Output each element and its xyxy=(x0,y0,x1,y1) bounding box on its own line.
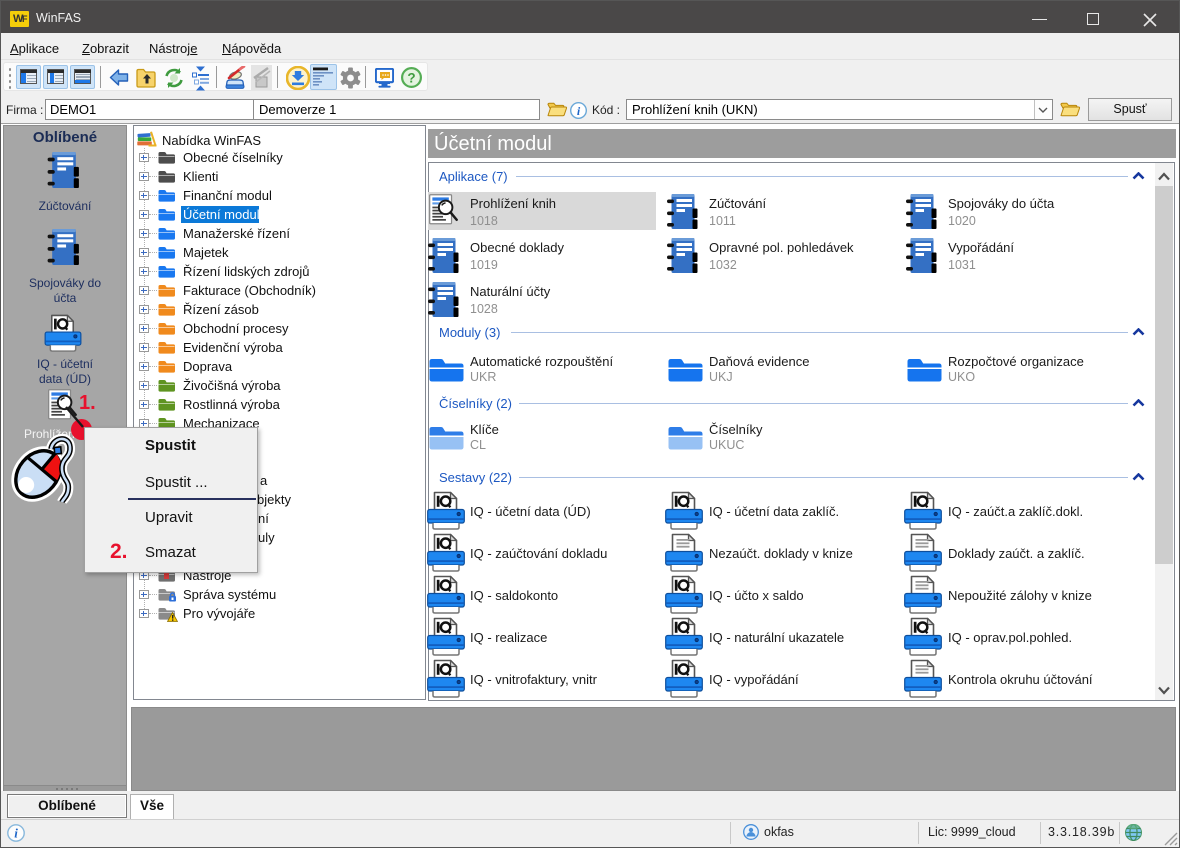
svg-text:i: i xyxy=(14,826,18,841)
svg-text:?: ? xyxy=(407,70,415,85)
